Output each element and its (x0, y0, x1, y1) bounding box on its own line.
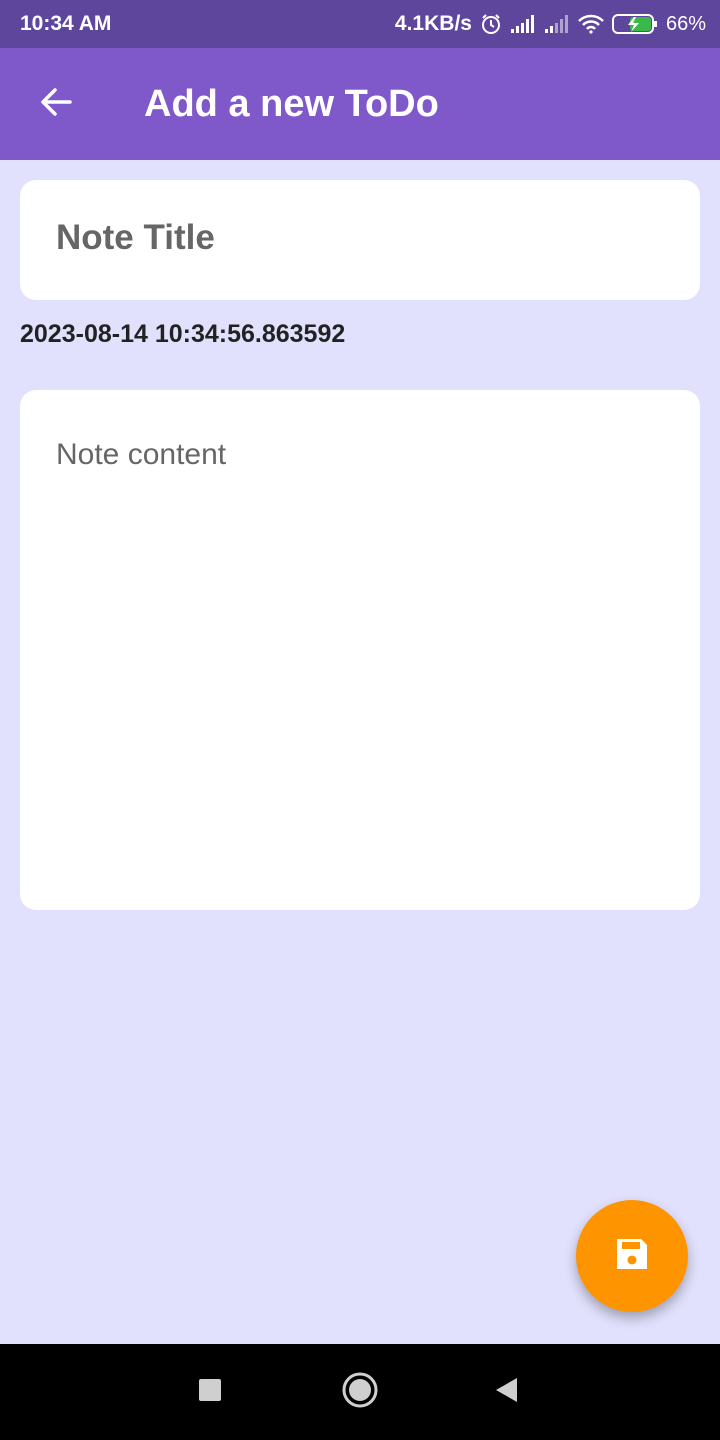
battery-charging-icon (611, 13, 658, 35)
home-button[interactable] (336, 1368, 384, 1416)
save-icon (613, 1235, 651, 1278)
system-back-button[interactable] (482, 1368, 530, 1416)
recents-button[interactable] (186, 1368, 234, 1416)
back-triangle-icon (493, 1376, 519, 1409)
page-title: Add a new ToDo (144, 82, 439, 125)
note-content-input[interactable] (56, 438, 666, 878)
network-speed: 4.1KB/s (394, 12, 472, 35)
arrow-back-icon (38, 84, 74, 125)
note-title-input[interactable] (56, 218, 656, 258)
status-indicators: 4.1KB/s 66% (395, 12, 706, 36)
content-card (20, 390, 700, 910)
save-button[interactable] (576, 1200, 688, 1312)
signal-icon (544, 14, 570, 34)
alarm-icon (480, 13, 502, 35)
battery-percent: 66% (665, 12, 706, 35)
signal-icon (510, 14, 536, 34)
status-bar: 10:34 AM 4.1KB/s 66% (0, 0, 720, 48)
app-bar: Add a new ToDo (0, 48, 720, 160)
status-time: 10:34 AM (20, 12, 112, 35)
back-button[interactable] (28, 76, 84, 132)
navigation-bar (0, 1344, 720, 1440)
timestamp-label: 2023-08-14 10:34:56.863592 (20, 320, 346, 348)
title-card (20, 180, 700, 300)
wifi-icon (578, 14, 604, 34)
home-circle-icon (341, 1371, 379, 1414)
recents-square-icon (198, 1378, 222, 1407)
